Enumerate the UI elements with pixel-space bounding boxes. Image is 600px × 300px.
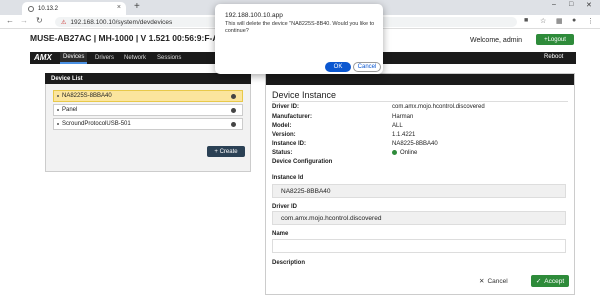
translate-icon[interactable]: ■ xyxy=(524,17,528,24)
forward-icon[interactable]: → xyxy=(20,16,28,25)
status-indicator-icon xyxy=(231,94,236,99)
globe-icon xyxy=(28,5,34,12)
reload-icon[interactable]: ↻ xyxy=(36,16,43,25)
bullet-icon xyxy=(57,123,59,125)
model-key: Model: xyxy=(272,123,292,129)
driver-id-field[interactable]: com.amx.mojo.hcontrol.discovered xyxy=(272,211,566,225)
manufacturer-value: Harman xyxy=(392,114,414,120)
driver-id-key: Driver ID: xyxy=(272,104,300,110)
url-text: 192.168.100.10/system/devdevices xyxy=(70,18,173,26)
profile-icon[interactable]: ● xyxy=(572,17,576,24)
device-list-heading: Device List xyxy=(45,73,251,84)
close-window-icon[interactable]: ✕ xyxy=(586,1,592,9)
list-item[interactable]: ScroundProtocolUSB-501 xyxy=(53,118,243,130)
status-indicator-icon xyxy=(231,122,236,127)
device-instance-title: Device Instance xyxy=(272,90,337,100)
tab-close-icon[interactable]: × xyxy=(117,4,121,11)
list-item[interactable]: NA8225S-8BBA40 xyxy=(53,90,243,102)
dialog-message: This will delete the device "NA8225S-8B4… xyxy=(225,21,375,35)
accept-button[interactable]: ✓ Accept xyxy=(531,275,569,287)
menu-network[interactable]: Network xyxy=(121,52,149,64)
extensions-icon[interactable]: ▦ xyxy=(556,17,563,25)
version-key: Version: xyxy=(272,132,296,138)
list-item-label: Panel xyxy=(62,107,78,113)
minimize-icon[interactable]: – xyxy=(552,1,556,8)
instance-id-label: Instance Id xyxy=(272,175,304,181)
dialog-ok-button[interactable]: OK xyxy=(325,62,351,72)
driver-id-field-value: com.amx.mojo.hcontrol.discovered xyxy=(281,214,382,222)
menu-sessions[interactable]: Sessions xyxy=(154,52,184,64)
description-label: Description xyxy=(272,260,306,266)
list-item-label: ScroundProtocolUSB-501 xyxy=(62,121,131,127)
divider xyxy=(272,101,568,102)
status-key: Status: xyxy=(272,150,293,156)
device-list-panel: Device List NA8225S-8BBA40 Panel Scround… xyxy=(45,73,251,172)
name-field[interactable] xyxy=(272,239,566,253)
browser-tab[interactable]: 10.13.2 × xyxy=(22,2,126,15)
new-tab-button[interactable]: + xyxy=(134,1,140,12)
amx-logo: AMX xyxy=(34,53,52,62)
tab-title: 10.13.2 xyxy=(38,5,59,12)
accept-label: Accept xyxy=(544,277,565,285)
version-value: 1.1.4221 xyxy=(392,132,416,138)
menu-drivers[interactable]: Drivers xyxy=(92,52,117,64)
device-title: MUSE-AB27AC | MH-1000 | V 1.521 00:56:9:… xyxy=(30,33,225,43)
reboot-button[interactable]: Reboot xyxy=(544,54,563,60)
close-icon: ✕ xyxy=(479,278,485,285)
logout-button[interactable]: +Logout xyxy=(536,34,574,45)
status-badge: Online xyxy=(392,150,417,156)
welcome-text: Welcome, admin xyxy=(470,37,523,44)
driver-id-value: com.amx.mojo.hcontrol.discovered xyxy=(392,104,485,110)
star-icon[interactable]: ☆ xyxy=(540,17,546,25)
status-value: Online xyxy=(400,150,418,157)
cancel-button[interactable]: ✕ Cancel xyxy=(479,277,508,286)
online-status-icon xyxy=(392,150,397,155)
device-list-body: NA8225S-8BBA40 Panel ScroundProtocolUSB-… xyxy=(45,84,251,172)
check-icon: ✓ xyxy=(535,278,542,285)
bullet-icon xyxy=(57,109,59,111)
instance-id-field-value: NA8225-8BBA40 xyxy=(281,187,331,195)
bullet-icon xyxy=(57,95,59,97)
cancel-label: Cancel xyxy=(487,277,508,285)
name-label: Name xyxy=(272,231,289,237)
instance-id-key: Instance ID: xyxy=(272,141,307,147)
back-icon[interactable]: ← xyxy=(6,16,14,25)
panel-top-bar xyxy=(266,74,574,85)
manufacturer-key: Manufacturer: xyxy=(272,114,313,120)
maximize-icon[interactable]: □ xyxy=(569,1,573,8)
status-indicator-icon xyxy=(231,108,236,113)
more-menu-icon[interactable]: ⋮ xyxy=(587,17,594,25)
driver-id-label: Driver ID xyxy=(272,204,298,210)
model-value: ALL xyxy=(392,123,403,129)
instance-id-value: NA8225-8BBA40 xyxy=(392,141,438,147)
instance-id-field[interactable]: NA8225-8BBA40 xyxy=(272,184,566,198)
dialog-cancel-button[interactable]: Cancel xyxy=(353,62,381,72)
device-instance-panel: Device Instance Driver ID: com.amx.mojo.… xyxy=(265,73,575,295)
device-configuration-heading: Device Configuration xyxy=(272,159,333,165)
list-item[interactable]: Panel xyxy=(53,104,243,116)
list-item-label: NA8225S-8BBA40 xyxy=(62,93,112,99)
dialog-title: 192.188.100.10.app xyxy=(225,12,283,19)
not-secure-icon[interactable]: ⚠ xyxy=(61,19,66,26)
create-button[interactable]: + Create xyxy=(207,146,245,157)
menu-devices[interactable]: Devices xyxy=(60,52,88,64)
